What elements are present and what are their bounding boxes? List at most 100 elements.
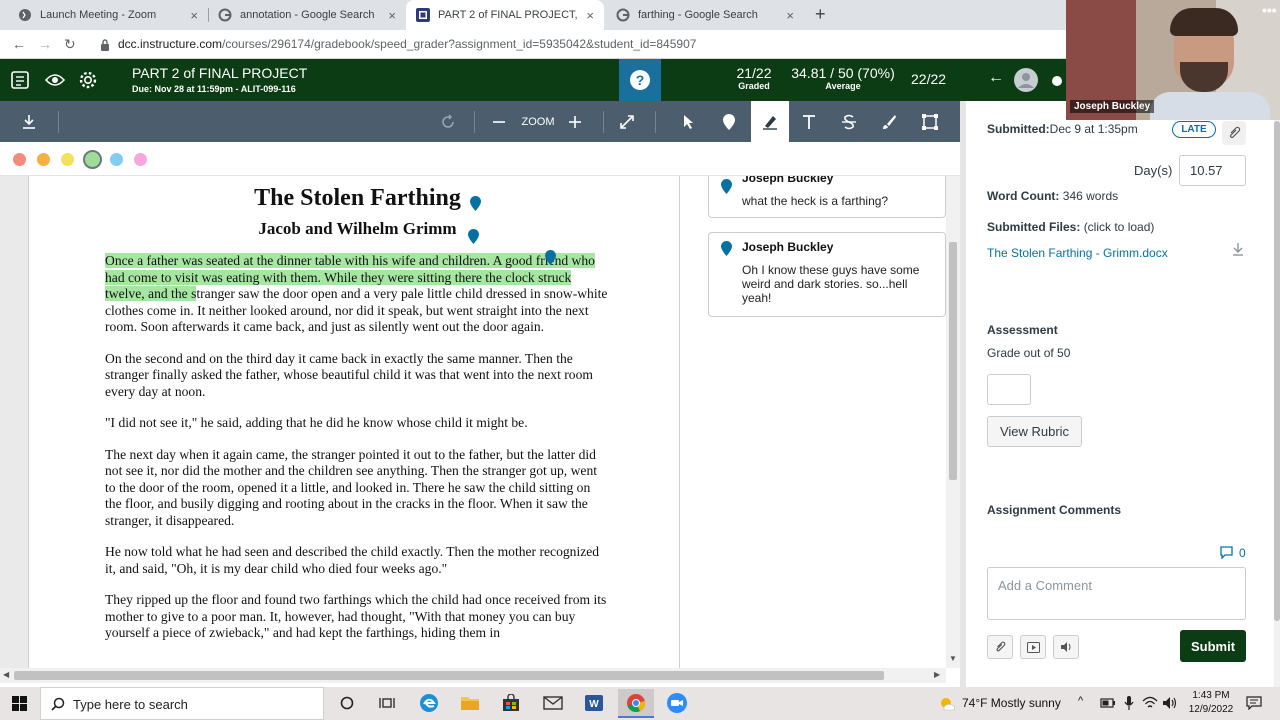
- document-page[interactable]: The Stolen Farthing Jacob and Wilhelm Gr…: [28, 176, 680, 668]
- color-swatch-blue[interactable]: [110, 153, 123, 166]
- late-policy-button[interactable]: [1222, 121, 1246, 145]
- new-tab-button[interactable]: +: [815, 4, 826, 25]
- view-rubric-button[interactable]: View Rubric: [987, 416, 1082, 447]
- annotation-comment[interactable]: Joseph Buckley what the heck is a farthi…: [708, 176, 946, 218]
- help-button[interactable]: ?: [619, 59, 661, 101]
- toolbar-divider: [474, 111, 475, 133]
- url-input[interactable]: dcc.instructure.com/courses/296174/grade…: [118, 37, 696, 51]
- tab-close-icon[interactable]: ×: [786, 8, 794, 23]
- taskbar-search-box[interactable]: Type here to search: [40, 687, 324, 720]
- google-favicon-icon: [616, 8, 630, 22]
- notification-icon[interactable]: [1246, 696, 1262, 710]
- eye-icon[interactable]: [45, 72, 65, 88]
- annotation-pin-icon[interactable]: [468, 229, 479, 244]
- color-palette: [0, 142, 960, 176]
- scrollbar-thumb[interactable]: [949, 242, 957, 480]
- assignment-due: Due: Nov 28 at 11:59pm - ALIT-099-116: [132, 84, 296, 94]
- taskbar-edge[interactable]: [416, 691, 442, 715]
- previous-student-icon[interactable]: ←: [988, 69, 1004, 87]
- webcam-more-icon[interactable]: •••: [1262, 2, 1277, 18]
- scrollbar-thumb[interactable]: [1274, 121, 1280, 621]
- cursor-icon: [684, 114, 693, 129]
- wifi-icon[interactable]: [1142, 696, 1158, 710]
- comment-textarea[interactable]: Add a Comment: [987, 567, 1246, 620]
- comment-pin-icon: [721, 241, 732, 256]
- scroll-right-icon[interactable]: ▶: [934, 670, 940, 679]
- vertical-scrollbar[interactable]: ▼: [946, 176, 960, 668]
- tab-label: farthing - Google Search: [638, 9, 758, 21]
- cortana-icon: [340, 696, 354, 710]
- taskbar-chrome[interactable]: [618, 689, 654, 718]
- freedraw-tool-button[interactable]: [876, 101, 902, 142]
- color-swatch-yellow[interactable]: [61, 153, 74, 166]
- color-swatch-green-selected[interactable]: [83, 150, 102, 169]
- horizontal-scrollbar[interactable]: ◀ ▶: [0, 668, 946, 683]
- color-swatch-red[interactable]: [13, 153, 26, 166]
- rotate-button[interactable]: [432, 101, 464, 142]
- submit-button[interactable]: Submit: [1180, 630, 1246, 662]
- scrollbar-thumb[interactable]: [14, 671, 884, 680]
- taskbar-word[interactable]: W: [581, 691, 607, 715]
- cortana-button[interactable]: [334, 691, 360, 715]
- annotation-pin-icon[interactable]: [470, 196, 481, 211]
- annotation-comment[interactable]: Joseph Buckley Oh I know these guys have…: [708, 232, 946, 317]
- reload-icon[interactable]: ↻: [64, 36, 76, 53]
- color-swatch-pink[interactable]: [134, 153, 147, 166]
- strikethrough-icon: [842, 114, 856, 129]
- strikeout-tool-button[interactable]: [836, 101, 862, 142]
- back-icon[interactable]: ←: [12, 36, 26, 52]
- annotation-pin-icon[interactable]: [545, 250, 556, 265]
- gradebook-icon[interactable]: [10, 70, 30, 90]
- weather-text[interactable]: 74°F Mostly sunny: [962, 696, 1061, 710]
- tab-close-icon[interactable]: ×: [190, 8, 198, 23]
- tab-farthing-search[interactable]: farthing - Google Search ×: [606, 0, 804, 30]
- weather-sun-icon[interactable]: [938, 695, 956, 711]
- taskbar-store[interactable]: [498, 691, 524, 715]
- windows-start-icon[interactable]: [12, 696, 27, 711]
- color-swatch-orange[interactable]: [37, 153, 50, 166]
- tab-speedgrader[interactable]: PART 2 of FINAL PROJECT, Speed ×: [406, 0, 604, 30]
- grade-input[interactable]: [987, 374, 1031, 405]
- media-comment-button[interactable]: [1020, 635, 1046, 659]
- zoom-out-button[interactable]: [486, 101, 512, 142]
- webcam-participant-name: Joseph Buckley: [1070, 100, 1155, 113]
- microphone-icon[interactable]: [1124, 695, 1134, 711]
- tab-annotation-search[interactable]: annotation - Google Search ×: [208, 0, 406, 30]
- tab-close-icon[interactable]: ×: [586, 8, 594, 23]
- fit-page-button[interactable]: [612, 101, 642, 142]
- assignment-title[interactable]: PART 2 of FINAL PROJECT: [132, 65, 307, 81]
- battery-icon[interactable]: [1100, 697, 1116, 709]
- select-tool-button[interactable]: [674, 101, 704, 142]
- webcam-overlay[interactable]: Joseph Buckley •••: [1066, 0, 1280, 120]
- taskbar-zoom[interactable]: [664, 691, 690, 715]
- days-late-input[interactable]: 10.57: [1179, 155, 1246, 186]
- zoom-in-button[interactable]: [562, 101, 588, 142]
- area-tool-button[interactable]: [916, 101, 944, 142]
- tray-chevron-icon[interactable]: ^: [1078, 695, 1083, 707]
- tab-close-icon[interactable]: ×: [388, 8, 396, 23]
- lock-icon[interactable]: [100, 39, 110, 51]
- scroll-down-icon[interactable]: ▼: [949, 654, 957, 663]
- student-avatar[interactable]: [1014, 68, 1038, 92]
- highlight-tool-button[interactable]: [751, 101, 789, 142]
- scroll-left-icon[interactable]: ◀: [3, 670, 9, 679]
- download-button[interactable]: [12, 101, 46, 142]
- task-view-button[interactable]: [374, 691, 400, 715]
- tab-zoom[interactable]: Launch Meeting - Zoom ×: [8, 0, 208, 30]
- audio-comment-button[interactable]: [1053, 635, 1079, 659]
- submitted-file-link[interactable]: The Stolen Farthing - Grimm.docx: [987, 246, 1168, 260]
- taskbar-mail[interactable]: [540, 691, 566, 715]
- taskbar-file-explorer[interactable]: [457, 691, 483, 715]
- comment-count: 0: [1239, 546, 1246, 560]
- point-annotation-button[interactable]: [714, 101, 744, 142]
- attach-file-button[interactable]: [987, 635, 1013, 659]
- forward-icon[interactable]: →: [38, 36, 52, 52]
- system-clock[interactable]: 1:43 PM 12/9/2022: [1186, 689, 1236, 717]
- attachment-icon: [996, 641, 1006, 652]
- gear-icon[interactable]: [78, 70, 98, 90]
- volume-icon[interactable]: [1162, 696, 1178, 710]
- comment-text: what the heck is a farthing?: [742, 194, 889, 208]
- download-file-icon[interactable]: [1231, 241, 1245, 257]
- text-tool-button[interactable]: [796, 101, 822, 142]
- sidebar-scrollbar[interactable]: [1274, 101, 1280, 687]
